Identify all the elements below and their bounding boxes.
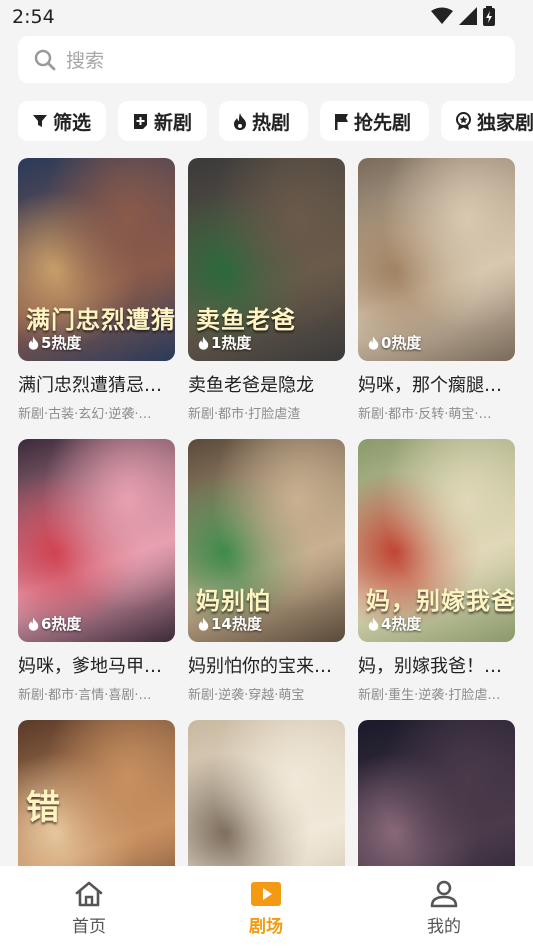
drama-tags: 新剧·都市·反转·萌宝·… (358, 407, 492, 422)
drama-card[interactable] (358, 720, 515, 866)
drama-poster[interactable]: 错 (18, 720, 175, 866)
drama-tags: 新剧·逆袭·穿越·萌宝 (188, 688, 305, 703)
search-placeholder: 搜索 (66, 50, 105, 72)
drama-card[interactable]: 满门忠烈遭猜忌 5热度 满门忠烈遭猜忌… 新剧·古装·玄幻·逆袭·… (18, 158, 175, 422)
drama-poster[interactable]: 妈，别嫁我爸 4热度 (358, 439, 515, 642)
search-input[interactable]: 搜索 (18, 36, 515, 83)
heat-value: 5热度 (41, 334, 82, 352)
poster-title-art: 满门忠烈遭猜忌 (26, 306, 175, 334)
drama-poster[interactable]: 卖鱼老爸 1热度 (188, 158, 345, 361)
filter-chip-early[interactable]: 抢先剧 (320, 101, 429, 141)
drama-tags: 新剧·都市·打脸虐渣 (188, 407, 301, 422)
flame-icon (368, 616, 379, 631)
tab-home[interactable]: 首页 (29, 880, 149, 937)
heat-count: 14热度 (198, 613, 262, 634)
flame-icon (28, 335, 39, 350)
heat-value: 6热度 (41, 615, 82, 633)
drama-poster[interactable]: 0热度 (358, 158, 515, 361)
filter-chip-label: 筛选 (53, 111, 92, 134)
drama-card[interactable] (188, 720, 345, 866)
drama-title[interactable]: 满门忠烈遭猜忌… (18, 371, 175, 397)
drama-poster[interactable] (188, 720, 345, 866)
filter-chip-hot[interactable]: 热剧 (219, 101, 308, 141)
heat-value: 4热度 (381, 615, 422, 633)
drama-tags: 新剧·古装·玄幻·逆袭·… (18, 407, 152, 422)
flame-icon (234, 112, 246, 130)
drama-grid: 满门忠烈遭猜忌 5热度 满门忠烈遭猜忌… 新剧·古装·玄幻·逆袭·… 卖鱼老爸 … (18, 158, 515, 866)
flame-icon (368, 335, 379, 350)
poster-title-art: 妈别怕 (196, 587, 271, 615)
heat-value: 0热度 (381, 334, 422, 352)
award-icon (456, 112, 471, 130)
heat-value: 14热度 (211, 615, 262, 633)
new-badge-icon (134, 113, 147, 129)
status-icons (431, 6, 495, 26)
drama-poster[interactable]: 6热度 (18, 439, 175, 642)
profile-icon (430, 880, 458, 908)
filter-chip-label: 新剧 (154, 111, 193, 134)
status-time: 2:54 (12, 6, 55, 28)
tab-label: 首页 (72, 917, 106, 937)
theater-play-icon (251, 882, 281, 906)
drama-card[interactable]: 妈别怕 14热度 妈别怕你的宝来… 新剧·逆袭·穿越·萌宝 (188, 439, 345, 703)
drama-card[interactable]: 妈，别嫁我爸 4热度 妈，别嫁我爸！… 新剧·重生·逆袭·打脸虐… (358, 439, 515, 703)
drama-title[interactable]: 妈咪，那个瘸腿… (358, 371, 515, 397)
drama-poster[interactable]: 妈别怕 14热度 (188, 439, 345, 642)
heat-count: 1热度 (198, 332, 251, 353)
filter-chip-new[interactable]: 新剧 (118, 101, 207, 141)
flame-icon (198, 335, 209, 350)
drama-card[interactable]: 错 (18, 720, 175, 866)
drama-card[interactable]: 0热度 妈咪，那个瘸腿… 新剧·都市·反转·萌宝·… (358, 158, 515, 422)
flag-icon (335, 113, 348, 130)
drama-tags: 新剧·都市·言情·喜剧·… (18, 688, 152, 703)
filter-chip-label: 热剧 (252, 111, 291, 134)
poster-title-art: 卖鱼老爸 (196, 306, 296, 334)
tab-theater[interactable]: 剧场 (206, 880, 326, 937)
drama-poster[interactable] (358, 720, 515, 866)
bottom-tab-bar: 首页 剧场 我的 (0, 866, 533, 948)
search-icon (34, 49, 56, 70)
home-icon (75, 881, 103, 907)
filter-chip-screen[interactable]: 筛选 (18, 101, 106, 141)
tab-label: 我的 (427, 917, 461, 937)
filter-chip-exclusive[interactable]: 独家剧 (441, 101, 533, 141)
drama-title[interactable]: 卖鱼老爸是隐龙 (188, 371, 345, 397)
poster-title-art: 妈，别嫁我爸 (366, 587, 515, 615)
cellular-signal-icon (459, 7, 477, 25)
battery-charging-icon (483, 6, 495, 26)
tab-profile[interactable]: 我的 (384, 880, 504, 937)
drama-card[interactable]: 卖鱼老爸 1热度 卖鱼老爸是隐龙 新剧·都市·打脸虐渣 (188, 158, 345, 422)
drama-card[interactable]: 6热度 妈咪，爹地马甲… 新剧·都市·言情·喜剧·… (18, 439, 175, 703)
drama-tags: 新剧·重生·逆袭·打脸虐… (358, 688, 501, 703)
filter-icon (33, 115, 47, 127)
heat-count: 6热度 (28, 613, 81, 634)
filter-chip-row: 筛选 新剧 热剧 抢先剧 独家剧 (18, 101, 533, 141)
heat-count: 5热度 (28, 332, 81, 353)
flame-icon (198, 616, 209, 631)
drama-poster[interactable]: 满门忠烈遭猜忌 5热度 (18, 158, 175, 361)
drama-title[interactable]: 妈咪，爹地马甲… (18, 652, 175, 678)
heat-value: 1热度 (211, 334, 252, 352)
heat-count: 4热度 (368, 613, 421, 634)
flame-icon (28, 616, 39, 631)
drama-title[interactable]: 妈，别嫁我爸！… (358, 652, 515, 678)
status-bar: 2:54 (0, 0, 533, 34)
filter-chip-label: 抢先剧 (354, 111, 412, 134)
wifi-icon (431, 7, 453, 24)
heat-count: 0热度 (368, 332, 421, 353)
tab-label: 剧场 (249, 917, 283, 937)
poster-title-art: 错 (26, 788, 61, 828)
filter-chip-label: 独家剧 (477, 111, 533, 134)
drama-title[interactable]: 妈别怕你的宝来… (188, 652, 345, 678)
